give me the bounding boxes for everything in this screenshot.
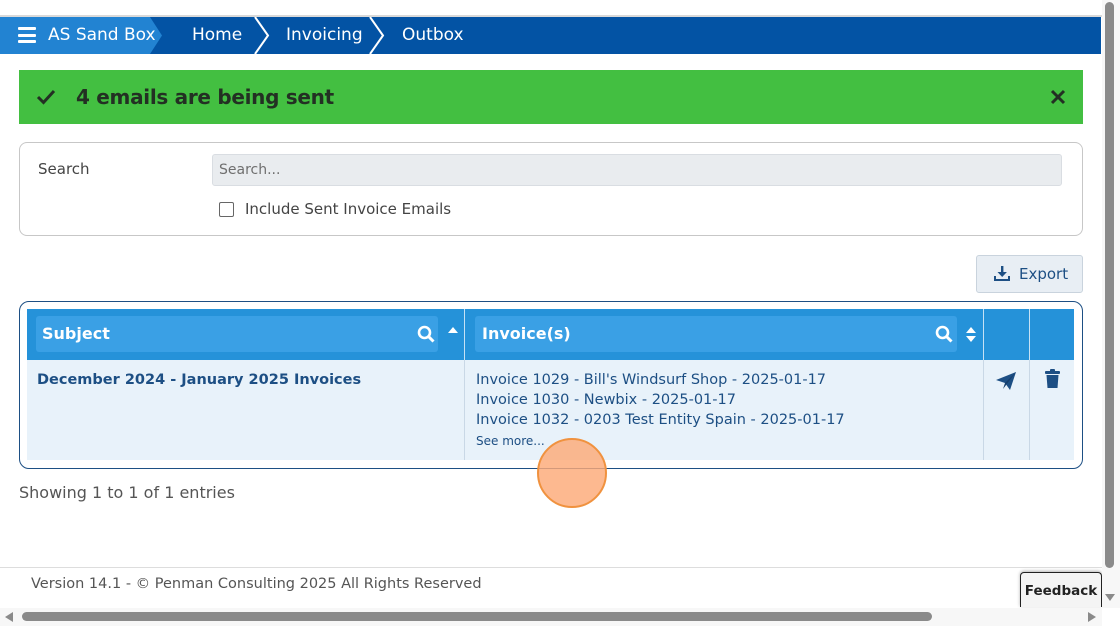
export-label[interactable]: Export xyxy=(1019,265,1068,283)
column-divider xyxy=(983,309,984,360)
horizontal-scroll-thumb[interactable] xyxy=(22,612,932,621)
search-icon[interactable] xyxy=(417,325,435,343)
cell-divider xyxy=(1029,360,1030,460)
entries-summary: Showing 1 to 1 of 1 entries xyxy=(19,483,235,502)
include-sent-checkbox[interactable] xyxy=(219,202,234,217)
sort-icon[interactable] xyxy=(965,326,977,343)
breadcrumb: AS Sand Box Home Invoicing Outbox xyxy=(0,17,1101,54)
close-icon[interactable] xyxy=(1047,86,1069,108)
column-divider xyxy=(464,309,465,360)
trash-icon[interactable] xyxy=(1044,369,1061,389)
breadcrumb-item-invoicing[interactable]: Invoicing xyxy=(286,17,363,54)
see-more-link[interactable]: See more... xyxy=(476,434,545,448)
scroll-down-arrow-icon[interactable] xyxy=(1105,594,1115,601)
invoice-item: Invoice 1032 - 0203 Test Entity Spain - … xyxy=(476,412,845,428)
footer-copyright: Version 14.1 - © Penman Consulting 2025 … xyxy=(31,576,482,592)
scroll-left-arrow-icon[interactable] xyxy=(5,612,13,622)
feedback-button[interactable]: Feedback xyxy=(1020,572,1102,607)
search-input[interactable] xyxy=(212,154,1062,186)
chevron-right-icon xyxy=(369,17,385,54)
include-sent-label[interactable]: Include Sent Invoice Emails xyxy=(245,200,451,218)
breadcrumb-item-outbox[interactable]: Outbox xyxy=(402,17,464,54)
breadcrumb-item-company[interactable]: AS Sand Box xyxy=(48,17,156,54)
scroll-right-arrow-icon[interactable] xyxy=(1088,612,1096,622)
column-label-invoices: Invoice(s) xyxy=(482,324,571,343)
invoice-item: Invoice 1029 - Bill's Windsurf Shop - 20… xyxy=(476,372,827,388)
breadcrumb-item-home[interactable]: Home xyxy=(192,17,242,54)
footer-divider xyxy=(0,567,1102,568)
check-icon xyxy=(36,89,56,105)
click-indicator xyxy=(537,438,607,508)
alert-message: 4 emails are being sent xyxy=(76,85,334,109)
sort-asc-icon[interactable] xyxy=(447,326,459,334)
cell-divider xyxy=(464,360,465,460)
cell-divider xyxy=(983,360,984,460)
column-divider xyxy=(1029,309,1030,360)
hamburger-icon[interactable] xyxy=(18,27,36,43)
search-icon[interactable] xyxy=(935,325,953,343)
chevron-right-icon xyxy=(254,17,270,54)
subject-cell: December 2024 - January 2025 Invoices xyxy=(37,372,362,388)
vertical-scroll-thumb[interactable] xyxy=(1105,2,1114,568)
send-icon[interactable] xyxy=(995,371,1017,391)
download-icon xyxy=(994,266,1010,281)
column-label-subject: Subject xyxy=(42,324,110,343)
invoice-item: Invoice 1030 - Newbix - 2025-01-17 xyxy=(476,392,736,408)
search-label: Search xyxy=(38,160,90,178)
